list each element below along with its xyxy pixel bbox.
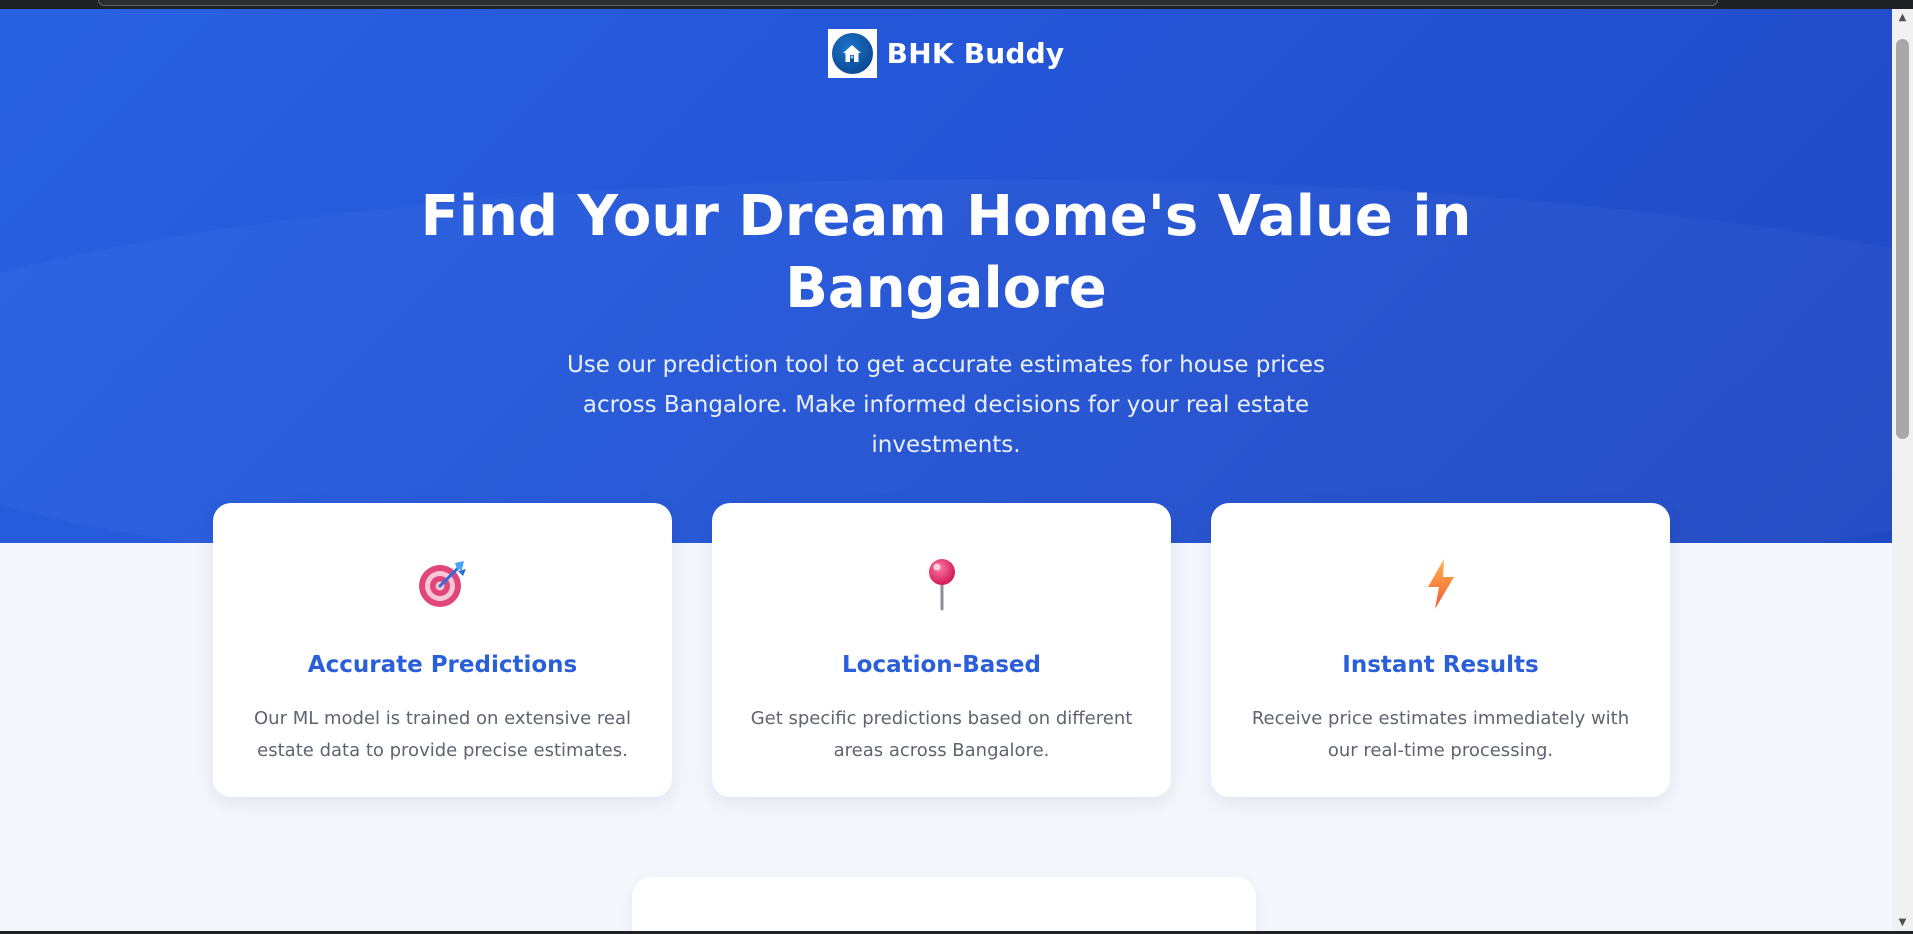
hero-section: BHK Buddy Find Your Dream Home's Value i…: [0, 9, 1892, 543]
hero-title: Find Your Dream Home's Value in Bangalor…: [420, 184, 1472, 321]
lightning-icon: [1427, 559, 1454, 609]
feature-title: Location-Based: [841, 652, 1041, 678]
feature-card-location-based: Location-Based Get specific predictions …: [712, 503, 1171, 797]
address-bar[interactable]: [98, 0, 1718, 6]
house-icon: [827, 29, 877, 78]
feature-description: Get specific predictions based on differ…: [750, 708, 1133, 761]
browser-window: BHK Buddy Find Your Dream Home's Value i…: [0, 0, 1913, 934]
brand[interactable]: BHK Buddy: [0, 29, 1892, 78]
feature-description: Our ML model is trained on extensive rea…: [254, 708, 631, 761]
hero-subtitle: Use our prediction tool to get accurate …: [566, 352, 1326, 458]
browser-top-bar: [0, 0, 1913, 9]
prediction-form-panel: [632, 877, 1256, 931]
page-scrollbar[interactable]: ▲ ▼: [1892, 9, 1913, 931]
feature-card-instant-results: Instant Results Receive price estimates …: [1211, 503, 1670, 797]
feature-title: Instant Results: [1342, 652, 1539, 678]
target-icon: [418, 561, 466, 607]
feature-description: Receive price estimates immediately with…: [1251, 708, 1630, 761]
scrollbar-thumb[interactable]: [1896, 39, 1909, 439]
page-viewport: BHK Buddy Find Your Dream Home's Value i…: [0, 9, 1892, 931]
feature-title: Accurate Predictions: [307, 652, 578, 678]
scroll-down-arrow-icon[interactable]: ▼: [1892, 914, 1913, 931]
pushpin-icon: [928, 559, 955, 611]
feature-card-accurate-predictions: Accurate Predictions Our ML model is tra…: [213, 503, 672, 797]
scroll-up-arrow-icon[interactable]: ▲: [1892, 9, 1913, 26]
feature-cards: Accurate Predictions Our ML model is tra…: [213, 503, 1670, 797]
brand-name: BHK Buddy: [886, 37, 1065, 70]
